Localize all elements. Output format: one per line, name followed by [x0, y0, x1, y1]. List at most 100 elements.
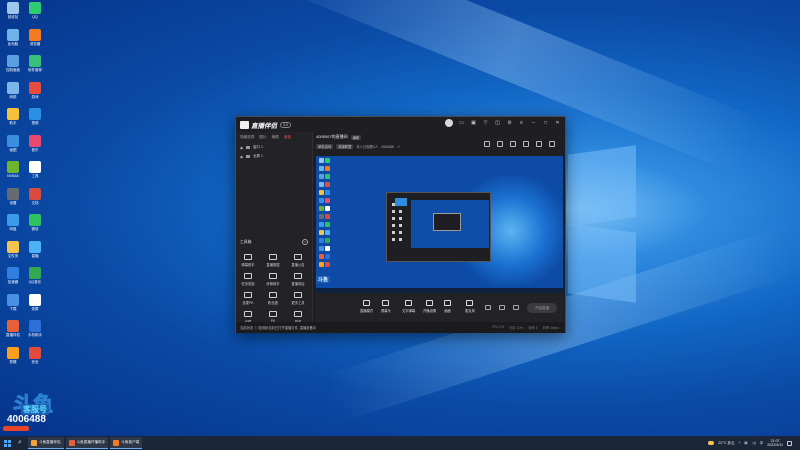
scene-tab[interactable]: 图片 — [259, 135, 266, 140]
tool-item[interactable]: 房管助手 — [262, 273, 284, 286]
desktop-icon-label: 直播伴侣 — [6, 333, 20, 337]
settings-icon[interactable]: ⚙ — [506, 120, 513, 127]
desktop-icon-label: 直播 — [31, 253, 39, 258]
app-titlebar[interactable]: 直播伴侣 3.0 ▭ ▣ ▽ ◫ ⚙ ≡ – □ ✕ — [236, 117, 565, 132]
taskbar: ⌕ 斗鱼直播伴侣 斗鱼直播开播助手 斗鱼客户端 22°C 多云 ^ ▤ ◁) 中 2… — [0, 436, 800, 450]
tool-item[interactable]: 任务奖励 — [237, 273, 259, 286]
share-icon[interactable]: ↗ — [397, 145, 400, 149]
control-label: 麦克风 — [465, 309, 475, 313]
mini-desktop-icon — [325, 158, 330, 163]
tool-label: 直播商店 — [291, 282, 305, 286]
logo-pane — [568, 223, 636, 303]
desktop-icon[interactable]: 直播 — [22, 240, 48, 259]
tool-item[interactable]: 连麦PK — [237, 292, 259, 305]
desktop-icon[interactable]: QQ音乐 — [22, 267, 48, 285]
notification-icon[interactable] — [536, 141, 542, 147]
edit-room-button[interactable]: 编辑 — [350, 134, 362, 140]
live-preview[interactable]: 斗鱼 — [316, 156, 563, 293]
notification-icon[interactable] — [787, 440, 792, 446]
settings-icon[interactable] — [513, 305, 519, 310]
desktop-icon[interactable]: 手机助手 — [22, 320, 48, 338]
scene-tabs: 场景选择 图片 美颜 添加 — [236, 132, 312, 143]
share-icon[interactable] — [549, 141, 555, 147]
desktop-icon[interactable]: 浏览器 — [22, 28, 48, 47]
window-source-icon — [246, 146, 251, 149]
scene-tab[interactable]: 场景选择 — [240, 135, 254, 140]
control-button[interactable]: 文字弹幕 — [402, 300, 415, 313]
screenshot-icon[interactable] — [510, 141, 516, 147]
clock[interactable]: 21:07 2022/4/11 — [767, 439, 783, 448]
eye-icon[interactable]: ◉ — [240, 155, 243, 159]
control-button[interactable]: 屏幕头 — [381, 300, 391, 313]
menu-icon[interactable]: ≡ — [518, 120, 525, 127]
desktop-icon[interactable]: 游戏 — [22, 81, 48, 100]
help-icon[interactable]: ? — [302, 239, 308, 245]
tool-item[interactable]: 直播公告 — [287, 254, 309, 267]
category-chip[interactable]: 单机游戏 — [316, 144, 334, 149]
app-icon — [7, 240, 19, 253]
control-button[interactable]: 画面 — [444, 300, 451, 313]
tool-item[interactable]: 直播数据 — [262, 254, 284, 267]
record-icon[interactable] — [484, 141, 490, 147]
scene-tab[interactable]: 添加 — [284, 135, 291, 140]
network-icon[interactable]: ▤ — [744, 441, 747, 445]
start-button[interactable] — [0, 436, 14, 450]
taskbar-app[interactable]: 斗鱼直播开播助手 — [65, 437, 109, 449]
scene-tab[interactable]: 美颜 — [272, 135, 279, 140]
shop-icon[interactable]: ◫ — [494, 120, 501, 127]
version-badge[interactable]: 3.0 — [280, 121, 291, 128]
taskbar-app[interactable]: 斗鱼客户端 — [110, 437, 143, 449]
control-button[interactable]: 直播模式 — [360, 300, 373, 313]
avatar[interactable] — [445, 119, 453, 127]
camera-toggle-icon[interactable] — [485, 305, 491, 310]
control-button[interactable]: 开播设置 — [423, 300, 436, 313]
tool-item[interactable]: 直播商店 — [287, 273, 309, 286]
status-metric: 内存 30% — [509, 326, 524, 330]
eye-icon[interactable]: ◉ — [240, 146, 243, 150]
desktop-icon[interactable]: 文档 — [22, 187, 48, 206]
volume-icon[interactable]: ◁) — [752, 441, 756, 445]
tool-item[interactable]: 粉丝团 — [262, 292, 284, 305]
app-icon — [7, 293, 19, 306]
source-row[interactable]: ◉ 窗口 1 — [236, 143, 312, 152]
app-icon — [29, 2, 41, 14]
control-button[interactable]: 麦克风 — [465, 300, 475, 313]
promo-tag — [3, 426, 29, 431]
game-chip[interactable]: 英雄联盟 — [336, 144, 354, 149]
desktop-icon[interactable]: 软件管家 — [22, 55, 48, 73]
desktop-icon[interactable]: QQ — [22, 2, 48, 19]
control-label: 开播设置 — [423, 309, 437, 313]
tool-item[interactable]: 弹幕助手 — [237, 254, 259, 267]
taskbar-app-label: 斗鱼直播伴侣 — [39, 440, 61, 444]
source-row[interactable]: ◉ 全屏 1 — [236, 152, 312, 161]
search-icon[interactable]: ⌕ — [14, 436, 26, 450]
camera-icon[interactable] — [523, 141, 529, 147]
desktop-icon[interactable]: 微信 — [22, 214, 48, 232]
weather-text[interactable]: 22°C 多云 — [718, 441, 734, 446]
layout-icon[interactable] — [497, 141, 503, 147]
maximize-icon[interactable]: □ — [542, 120, 549, 127]
message-icon[interactable]: ▭ — [458, 120, 465, 127]
start-live-button[interactable]: 开始直播 — [527, 303, 557, 313]
desktop-icon[interactable]: 工具 — [22, 161, 48, 179]
desktop-icon[interactable]: 视频 — [22, 108, 48, 126]
close-icon[interactable]: ✕ — [554, 120, 561, 127]
desktop-icon[interactable]: 音乐 — [22, 134, 48, 153]
app-icon — [7, 2, 19, 14]
gift-icon[interactable]: ▣ — [470, 120, 477, 127]
taskbar-app[interactable]: 斗鱼直播伴侣 — [28, 437, 64, 449]
tool-icon — [294, 273, 302, 279]
ime-indicator[interactable]: 中 — [760, 441, 764, 446]
app-icon — [29, 240, 41, 253]
tool-item[interactable]: 更多工具 — [287, 292, 309, 305]
minimize-icon[interactable]: – — [530, 120, 537, 127]
chevron-up-icon[interactable]: ^ — [739, 441, 741, 445]
mic-toggle-icon[interactable] — [499, 305, 505, 310]
desktop-icon[interactable]: 录屏 — [22, 293, 48, 312]
room-title[interactable]: 4005007的直播间 — [316, 134, 348, 140]
app-icon — [29, 81, 41, 94]
desktop-icon[interactable]: 安全 — [22, 346, 48, 365]
app-icon — [7, 108, 19, 120]
shield-icon[interactable]: ▽ — [482, 120, 489, 127]
desktop-icon-label: 浏览器 — [29, 41, 41, 46]
